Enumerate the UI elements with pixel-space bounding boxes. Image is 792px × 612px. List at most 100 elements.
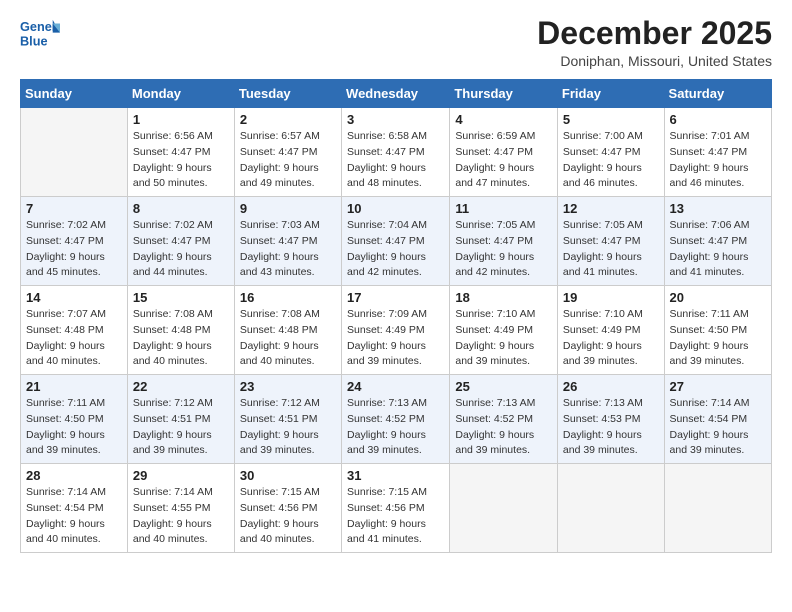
sunrise-text: Sunrise: 7:13 AM xyxy=(455,396,552,412)
day-number: 1 xyxy=(133,112,229,127)
daylight-line2: and 41 minutes. xyxy=(563,265,659,281)
sunrise-text: Sunrise: 7:01 AM xyxy=(670,129,766,145)
daylight-line2: and 39 minutes. xyxy=(347,443,444,459)
sunrise-text: Sunrise: 7:12 AM xyxy=(240,396,336,412)
daylight-line1: Daylight: 9 hours xyxy=(240,517,336,533)
calendar-day: 4Sunrise: 6:59 AMSunset: 4:47 PMDaylight… xyxy=(450,108,558,197)
daylight-line2: and 42 minutes. xyxy=(347,265,444,281)
day-number: 16 xyxy=(240,290,336,305)
day-info: Sunrise: 7:02 AMSunset: 4:47 PMDaylight:… xyxy=(133,218,229,281)
daylight-line2: and 40 minutes. xyxy=(26,532,122,548)
sunset-text: Sunset: 4:49 PM xyxy=(455,323,552,339)
day-number: 19 xyxy=(563,290,659,305)
calendar-day: 15Sunrise: 7:08 AMSunset: 4:48 PMDayligh… xyxy=(127,286,234,375)
sunset-text: Sunset: 4:47 PM xyxy=(133,145,229,161)
daylight-line2: and 39 minutes. xyxy=(563,354,659,370)
sunrise-text: Sunrise: 7:11 AM xyxy=(26,396,122,412)
calendar-day: 17Sunrise: 7:09 AMSunset: 4:49 PMDayligh… xyxy=(342,286,450,375)
daylight-line2: and 40 minutes. xyxy=(26,354,122,370)
daylight-line1: Daylight: 9 hours xyxy=(133,250,229,266)
sunrise-text: Sunrise: 7:13 AM xyxy=(563,396,659,412)
daylight-line1: Daylight: 9 hours xyxy=(670,339,766,355)
calendar-week-3: 14Sunrise: 7:07 AMSunset: 4:48 PMDayligh… xyxy=(21,286,772,375)
day-number: 31 xyxy=(347,468,444,483)
sunset-text: Sunset: 4:47 PM xyxy=(26,234,122,250)
daylight-line1: Daylight: 9 hours xyxy=(133,428,229,444)
calendar-day: 8Sunrise: 7:02 AMSunset: 4:47 PMDaylight… xyxy=(127,197,234,286)
sunset-text: Sunset: 4:48 PM xyxy=(26,323,122,339)
daylight-line2: and 45 minutes. xyxy=(26,265,122,281)
day-number: 2 xyxy=(240,112,336,127)
calendar-day: 2 Sunrise: 6:57 AMSunset: 4:47 PMDaylight… xyxy=(234,108,341,197)
daylight-line2: and 43 minutes. xyxy=(240,265,336,281)
sunrise-text: Sunrise: 7:15 AM xyxy=(240,485,336,501)
sunset-text: Sunset: 4:47 PM xyxy=(563,145,659,161)
daylight-line2: and 39 minutes. xyxy=(563,443,659,459)
day-number: 23 xyxy=(240,379,336,394)
calendar-day: 23Sunrise: 7:12 AMSunset: 4:51 PMDayligh… xyxy=(234,375,341,464)
sunset-text: Sunset: 4:48 PM xyxy=(240,323,336,339)
calendar-week-4: 21 Sunrise: 7:11 AMSunset: 4:50 PM Dayligh… xyxy=(21,375,772,464)
day-info: Sunrise: 7:04 AMSunset: 4:47 PMDaylight:… xyxy=(347,218,444,281)
logo-icon: General Blue xyxy=(20,16,60,51)
daylight-line2: and 41 minutes. xyxy=(347,532,444,548)
sunset-text: Sunset: 4:47 PM xyxy=(240,145,336,161)
day-number: 22 xyxy=(133,379,229,394)
daylight-line1: Daylight: 9 hours xyxy=(670,250,766,266)
sunset-text: Sunset: 4:52 PM xyxy=(347,412,444,428)
day-info: Sunrise: 7:01 AMSunset: 4:47 PMDaylight:… xyxy=(670,129,766,192)
day-info: Sunrise: 7:09 AMSunset: 4:49 PMDaylight:… xyxy=(347,307,444,370)
sunset-text: Sunset: 4:47 PM xyxy=(670,234,766,250)
daylight-line2: and 39 minutes. xyxy=(26,443,122,459)
calendar-day: 13Sunrise: 7:06 AMSunset: 4:47 PMDayligh… xyxy=(664,197,771,286)
calendar-day: 24Sunrise: 7:13 AMSunset: 4:52 PMDayligh… xyxy=(342,375,450,464)
sunset-text: Sunset: 4:47 PM xyxy=(563,234,659,250)
daylight-line2: and 39 minutes. xyxy=(670,354,766,370)
day-number: 26 xyxy=(563,379,659,394)
daylight-line1: Daylight: 9 hours xyxy=(26,339,122,355)
col-friday: Friday xyxy=(557,80,664,108)
daylight-line2: and 47 minutes. xyxy=(455,176,552,192)
sunset-text: Sunset: 4:47 PM xyxy=(347,234,444,250)
daylight-line1: Daylight: 9 hours xyxy=(563,161,659,177)
sunrise-text: Sunrise: 7:08 AM xyxy=(240,307,336,323)
calendar-day xyxy=(21,108,128,197)
daylight-line1: Daylight: 9 hours xyxy=(133,161,229,177)
day-info: Sunrise: 7:13 AMSunset: 4:52 PMDaylight:… xyxy=(455,396,552,459)
day-info: Sunrise: 7:11 AMSunset: 4:50 PMDaylight:… xyxy=(670,307,766,370)
day-number: 12 xyxy=(563,201,659,216)
sunrise-text: Sunrise: 7:10 AM xyxy=(563,307,659,323)
calendar-day: 26Sunrise: 7:13 AMSunset: 4:53 PMDayligh… xyxy=(557,375,664,464)
calendar-day: 30Sunrise: 7:15 AMSunset: 4:56 PMDayligh… xyxy=(234,464,341,553)
day-number: 27 xyxy=(670,379,766,394)
calendar-day: 5Sunrise: 7:00 AMSunset: 4:47 PMDaylight… xyxy=(557,108,664,197)
sunset-text: Sunset: 4:47 PM xyxy=(455,145,552,161)
calendar-day xyxy=(450,464,558,553)
page-container: General Blue December 2025 Doniphan, Mis… xyxy=(0,0,792,563)
day-info: Sunrise: 7:08 AMSunset: 4:48 PMDaylight:… xyxy=(240,307,336,370)
daylight-line1: Daylight: 9 hours xyxy=(240,428,336,444)
sunrise-text: Sunrise: 7:09 AM xyxy=(347,307,444,323)
daylight-line2: and 40 minutes. xyxy=(133,354,229,370)
calendar-day: 27Sunrise: 7:14 AMSunset: 4:54 PMDayligh… xyxy=(664,375,771,464)
sunrise-text: Sunrise: 7:15 AM xyxy=(347,485,444,501)
day-info: Sunrise: 6:58 AMSunset: 4:47 PMDaylight:… xyxy=(347,129,444,192)
calendar-week-1: 1 Sunrise: 6:56 AMSunset: 4:47 PMDaylight… xyxy=(21,108,772,197)
day-info: Sunrise: 6:56 AMSunset: 4:47 PMDaylight:… xyxy=(133,129,229,192)
sunset-text: Sunset: 4:48 PM xyxy=(133,323,229,339)
day-number: 25 xyxy=(455,379,552,394)
calendar-day xyxy=(664,464,771,553)
daylight-line2: and 42 minutes. xyxy=(455,265,552,281)
day-info: Sunrise: 6:57 AMSunset: 4:47 PMDaylight:… xyxy=(240,129,336,192)
day-info: Sunrise: 7:12 AMSunset: 4:51 PMDaylight:… xyxy=(133,396,229,459)
sunset-text: Sunset: 4:56 PM xyxy=(347,501,444,517)
day-number: 3 xyxy=(347,112,444,127)
day-number: 29 xyxy=(133,468,229,483)
sunrise-text: Sunrise: 7:08 AM xyxy=(133,307,229,323)
daylight-line1: Daylight: 9 hours xyxy=(133,517,229,533)
sunset-text: Sunset: 4:50 PM xyxy=(26,412,122,428)
daylight-line2: and 40 minutes. xyxy=(240,354,336,370)
day-number: 21 xyxy=(26,379,122,394)
daylight-line1: Daylight: 9 hours xyxy=(26,517,122,533)
calendar-day: 12Sunrise: 7:05 AMSunset: 4:47 PMDayligh… xyxy=(557,197,664,286)
